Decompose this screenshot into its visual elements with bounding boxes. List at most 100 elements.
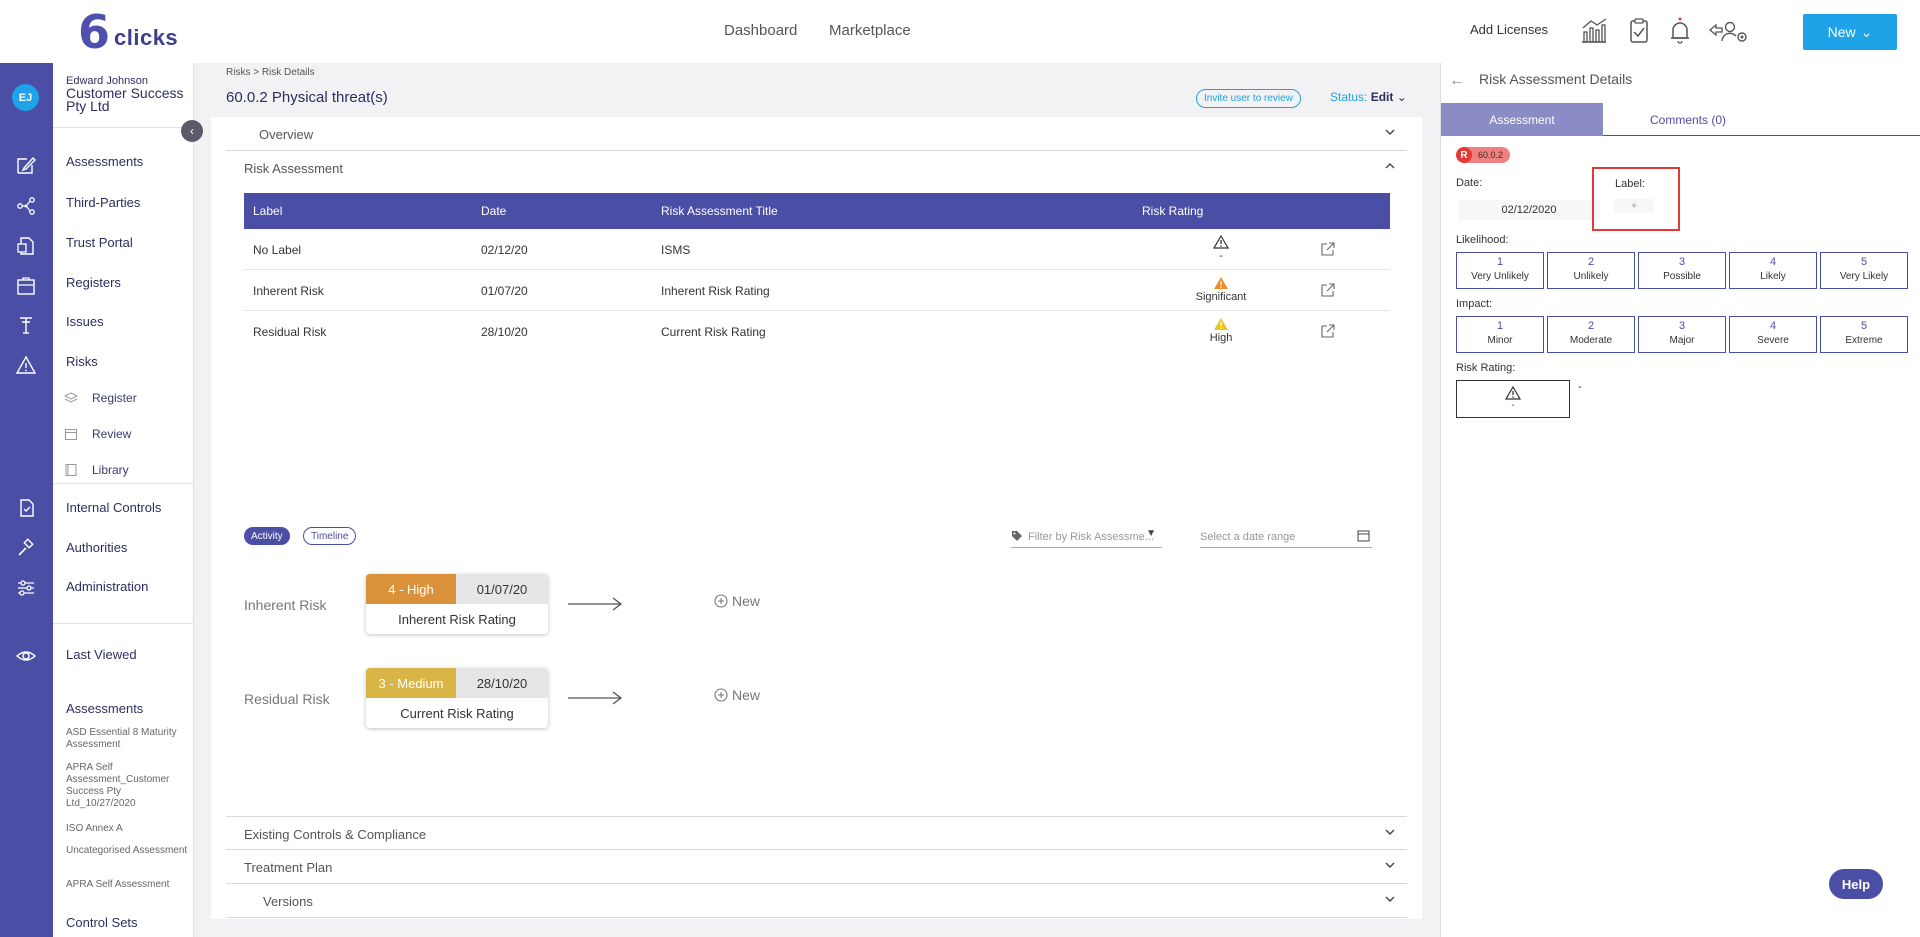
table-row[interactable]: Residual Risk 28/10/20 Current Risk Rati… [244,311,1390,352]
filter-risk-assessment-select[interactable]: Filter by Risk Assessme... ▼ [1011,526,1162,548]
likelihood-option[interactable]: 1 Very Unlikely [1456,252,1544,289]
risk-rating: - [1181,235,1261,262]
table-row[interactable]: No Label 02/12/20 ISMS - [244,229,1390,270]
sidebar-sub-library[interactable]: Library [92,463,129,477]
table-row[interactable]: Inherent Risk 01/07/20 Inherent Risk Rat… [244,270,1390,311]
date-range-input[interactable]: Select a date range [1200,526,1372,548]
external-link-icon[interactable] [1320,241,1336,257]
back-arrow-icon[interactable]: ← [1449,72,1465,90]
tab-activity[interactable]: Activity [244,527,290,545]
help-button[interactable]: Help [1829,869,1883,899]
nav-dashboard[interactable]: Dashboard [724,22,797,39]
invite-user-button[interactable]: Invite user to review [1196,89,1301,108]
timeline-card[interactable]: 3 - Medium 28/10/20 Current Risk Rating [366,668,548,728]
option-number: 3 [1678,256,1686,268]
analytics-icon[interactable] [1579,16,1609,46]
add-new-label: New [732,687,761,703]
likelihood-option[interactable]: 3 Possible [1638,252,1726,289]
notifications-icon[interactable] [1665,16,1695,46]
section-versions[interactable]: Versions [226,884,1407,918]
section-overview[interactable]: Overview [226,117,1407,151]
timeline-card[interactable]: 4 - High 01/07/20 Inherent Risk Rating [366,574,548,634]
sidebar-sub-register[interactable]: Register [92,391,137,405]
sidebar-sub-review[interactable]: Review [92,427,131,441]
user-settings-icon[interactable] [1708,16,1750,46]
recent-item[interactable]: ISO Annex A [66,823,191,835]
impact-option[interactable]: 1 Minor [1456,316,1544,353]
tasks-icon[interactable] [1624,16,1654,46]
sidebar-item-trust-portal[interactable]: Trust Portal [66,235,133,250]
cell-title: Inherent Risk Rating [661,284,770,298]
risk-rating: Significant [1181,276,1261,303]
network-icon[interactable] [15,195,37,217]
breadcrumb[interactable]: Risks > Risk Details [226,67,315,78]
register-icon[interactable] [15,275,37,297]
left-rail: EJ [0,63,53,937]
sidebar-item-third-parties[interactable]: Third-Parties [66,195,140,210]
warning-icon[interactable] [15,354,37,376]
collapse-sidebar-button[interactable]: ‹ [181,120,203,142]
external-link-icon[interactable] [1320,282,1336,298]
impact-options: 1 Minor 2 Moderate 3 Major 4 Severe 5 Extreme [1456,316,1908,353]
gavel-icon[interactable] [15,537,37,559]
add-licenses-link[interactable]: Add Licenses [1470,22,1548,37]
sidebar-item-administration[interactable]: Administration [66,579,148,594]
controls-icon[interactable] [15,497,37,519]
section-risk-assessment[interactable]: Risk Assessment [226,151,1407,185]
sliders-icon[interactable] [15,577,37,599]
likelihood-option[interactable]: 4 Likely [1729,252,1817,289]
option-text: Severe [1757,335,1789,346]
tab-timeline[interactable]: Timeline [303,527,357,545]
eye-icon[interactable] [15,645,37,667]
caret-down-icon: ▼ [1146,528,1156,539]
recent-item[interactable]: Uncategorised Assessment [66,845,191,857]
section-existing-controls[interactable]: Existing Controls & Compliance [226,816,1407,850]
chevron-down-icon [1385,129,1395,135]
recent-item[interactable]: ASD Essential 8 Maturity Assessment [66,727,191,751]
sixclicks-logo[interactable]: 6 clicks [78,8,188,56]
tab-assessment[interactable]: Assessment [1441,103,1603,136]
add-new-link[interactable]: New [714,687,760,703]
add-new-link[interactable]: New [714,593,760,609]
org-name[interactable]: Customer Success Pty Ltd [66,86,191,113]
issues-icon[interactable] [15,314,37,336]
plus-circle-icon [714,594,728,608]
date-field[interactable]: 02/12/2020 [1458,200,1600,220]
impact-option[interactable]: 5 Extreme [1820,316,1908,353]
sidebar-item-risks[interactable]: Risks [66,354,98,369]
likelihood-option[interactable]: 2 Unlikely [1547,252,1635,289]
column-header: Date [481,204,507,218]
section-treatment-plan[interactable]: Treatment Plan [226,850,1407,884]
timeline-title: Inherent Risk Rating [398,611,516,627]
sidebar-item-last-viewed[interactable]: Last Viewed [66,647,137,662]
edit-icon[interactable] [15,154,37,176]
recent-item[interactable]: APRA Self Assessment [66,879,191,891]
recent-item[interactable]: APRA Self Assessment_Customer Success Pt… [66,762,191,810]
risk-assessment-table: Label Date Risk Assessment Title Risk Ra… [244,193,1390,352]
add-label-button[interactable]: + [1614,199,1654,213]
sidebar-item-issues[interactable]: Issues [66,314,104,329]
option-text: Possible [1663,271,1701,282]
document-icon[interactable] [15,235,37,257]
new-button[interactable]: New ⌄ [1803,14,1897,50]
sidebar-item-authorities[interactable]: Authorities [66,540,127,555]
sidebar-item-assessments[interactable]: Assessments [66,154,143,169]
sidebar-item-registers[interactable]: Registers [66,275,121,290]
avatar[interactable]: EJ [12,84,39,111]
sidebar-item-control-sets[interactable]: Control Sets [66,915,138,930]
impact-option[interactable]: 4 Severe [1729,316,1817,353]
impact-option[interactable]: 3 Major [1638,316,1726,353]
risk-badge-letter: R [1456,147,1472,163]
status-value: Edit [1370,90,1394,104]
calendar-icon [1357,530,1370,542]
nav-marketplace[interactable]: Marketplace [829,22,911,39]
cell-label: Residual Risk [253,325,327,339]
status-dropdown[interactable]: Status: Edit ⌄ [1330,90,1407,104]
table-header: Label Date Risk Assessment Title Risk Ra… [244,193,1390,229]
date-placeholder: Select a date range [1200,531,1296,543]
sidebar-item-internal-controls[interactable]: Internal Controls [66,500,161,515]
likelihood-option[interactable]: 5 Very Likely [1820,252,1908,289]
external-link-icon[interactable] [1320,323,1336,339]
tab-comments[interactable]: Comments (0) [1603,103,1773,136]
impact-option[interactable]: 2 Moderate [1547,316,1635,353]
